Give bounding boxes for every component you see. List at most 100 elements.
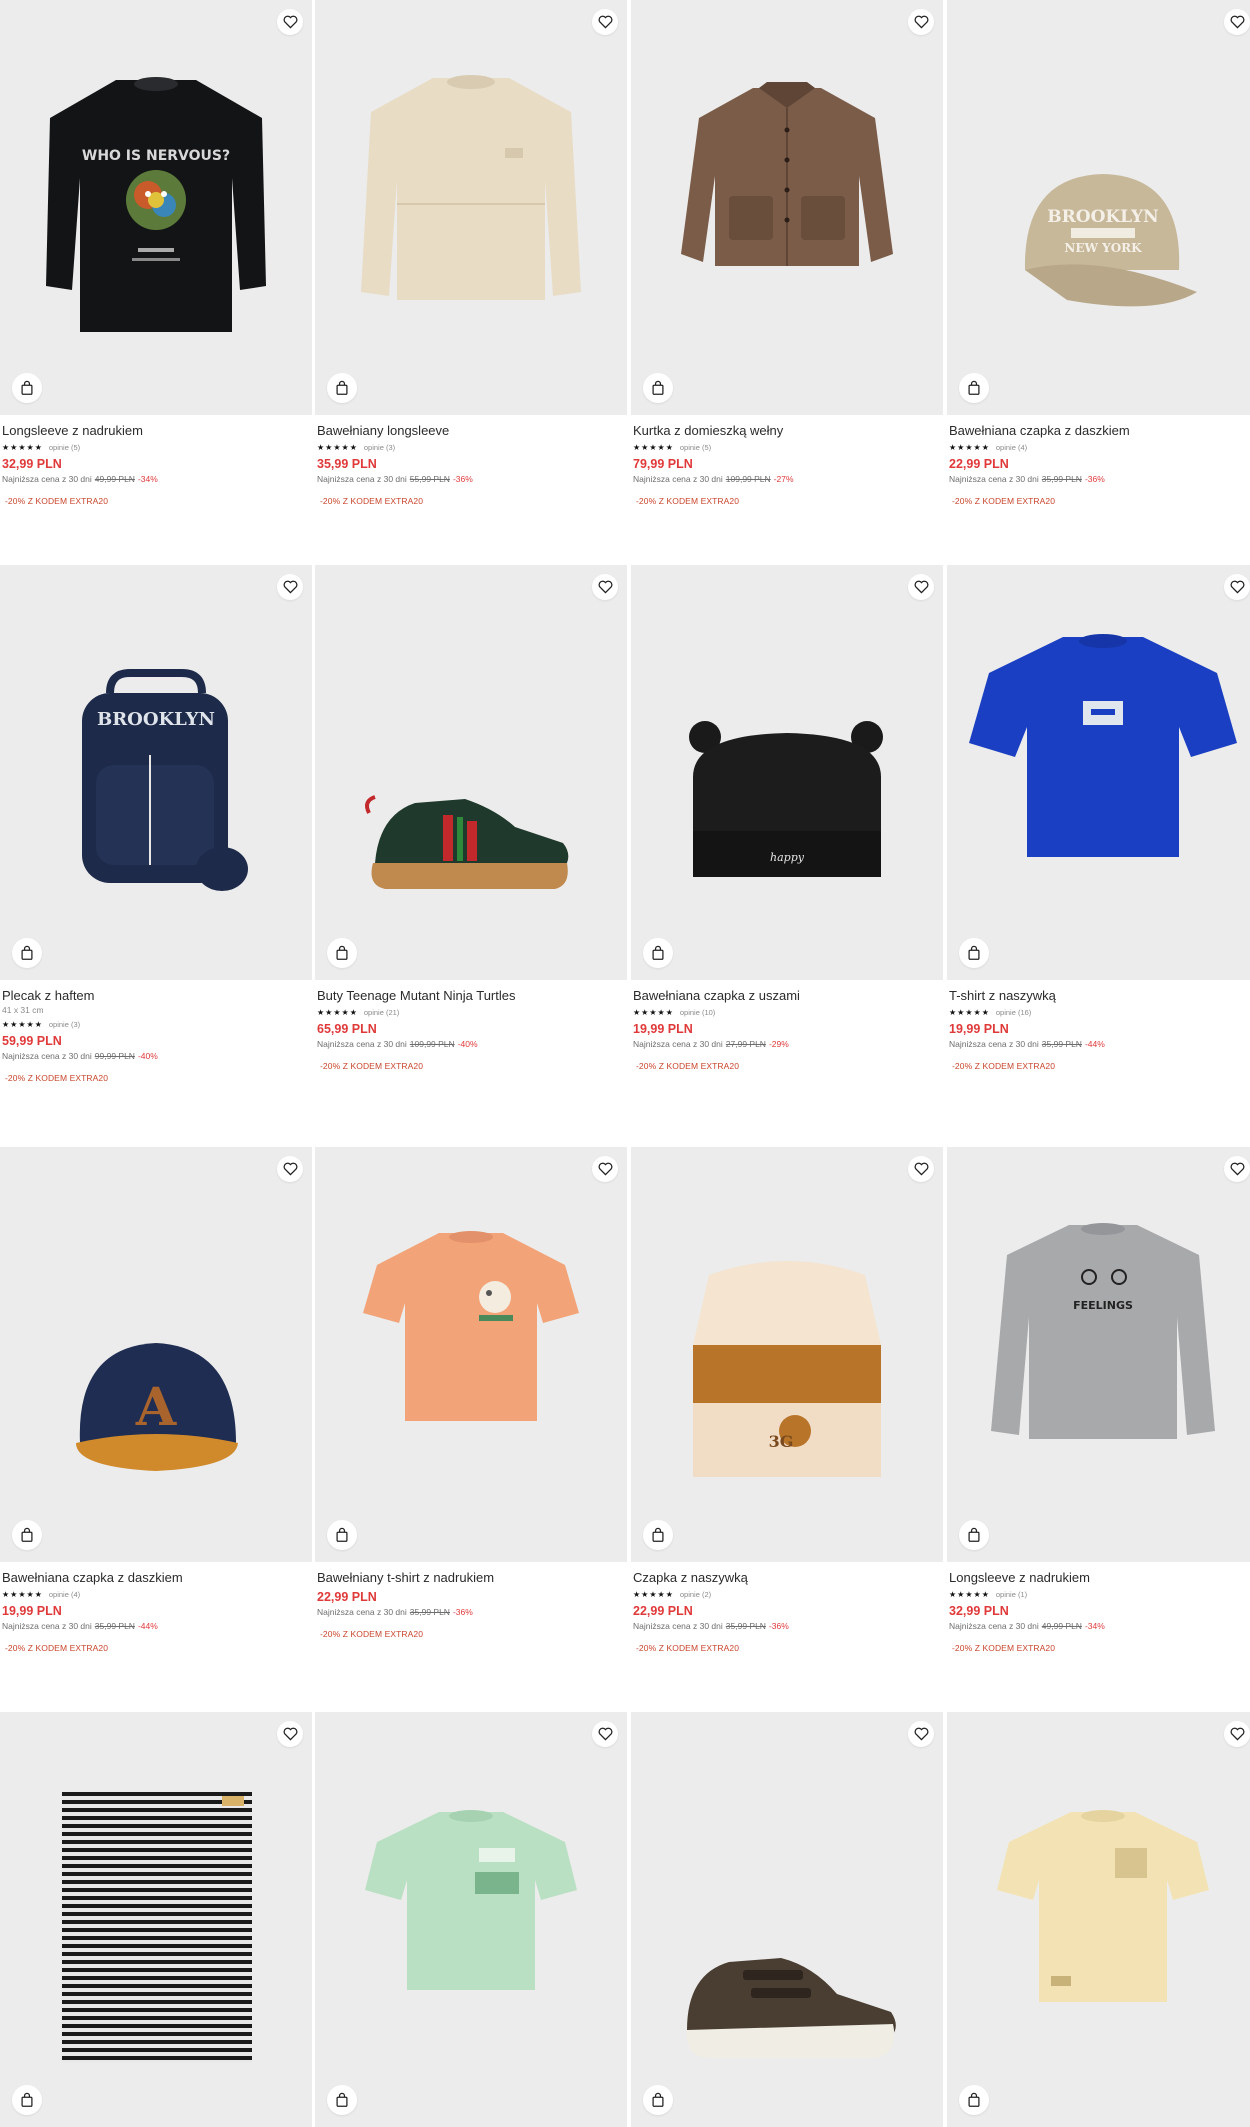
product-name[interactable]: Kurtka z domieszką wełny — [633, 423, 941, 439]
product-image[interactable] — [631, 0, 943, 415]
add-to-cart-button[interactable] — [959, 373, 989, 403]
product-card[interactable]: Bawełniany t-shirt z nadrukiem 22,99 PLN… — [315, 1147, 627, 1640]
shopping-bag-icon — [652, 380, 664, 395]
favorite-button[interactable] — [592, 1156, 618, 1182]
add-to-cart-button[interactable] — [959, 938, 989, 968]
favorite-button[interactable] — [1224, 1721, 1250, 1747]
product-name[interactable]: Plecak z haftem — [2, 988, 310, 1004]
favorite-button[interactable] — [908, 1156, 934, 1182]
lowest-price-label: Najniższa cena z 30 dni — [317, 474, 407, 484]
product-info: Bawełniana czapka z uszami ★★★★★ opinie (… — [631, 980, 943, 1072]
product-image[interactable] — [947, 1712, 1250, 2127]
heart-icon — [283, 1727, 297, 1741]
product-image[interactable]: 3G — [631, 1147, 943, 1562]
favorite-button[interactable] — [277, 574, 303, 600]
promo-code: -20% Z KODEM EXTRA20 — [5, 496, 109, 506]
product-card[interactable] — [631, 1712, 943, 2127]
product-card[interactable]: BROOKLYN Plecak z haftem 41 x 31 cm ★★★★… — [0, 565, 312, 1084]
product-info: Bawełniany longsleeve ★★★★★ opinie (3) 35… — [315, 415, 627, 507]
product-info: Bawełniana czapka z daszkiem ★★★★★ opinie… — [947, 415, 1250, 507]
product-image[interactable]: A — [0, 1147, 312, 1562]
product-card[interactable]: WHO IS NERVOUS? Longsleeve z nadrukiem ★… — [0, 0, 312, 507]
product-name[interactable]: Longsleeve z nadrukiem — [949, 1570, 1250, 1586]
heart-icon — [1230, 1727, 1244, 1741]
add-to-cart-button[interactable] — [643, 373, 673, 403]
product-image[interactable] — [0, 1712, 312, 2127]
product-card[interactable]: FEELINGS Longsleeve z nadrukiem ★★★★★ opi… — [947, 1147, 1250, 1654]
product-name[interactable]: Bawełniana czapka z uszami — [633, 988, 941, 1004]
product-name[interactable]: Buty Teenage Mutant Ninja Turtles — [317, 988, 625, 1004]
favorite-button[interactable] — [1224, 1156, 1250, 1182]
product-image[interactable] — [315, 1712, 627, 2127]
add-to-cart-button[interactable] — [643, 1520, 673, 1550]
product-card[interactable]: Kurtka z domieszką wełny ★★★★★ opinie (5)… — [631, 0, 943, 507]
product-card[interactable]: Buty Teenage Mutant Ninja Turtles ★★★★★ o… — [315, 565, 627, 1072]
product-card[interactable] — [315, 1712, 627, 2127]
shopping-bag-icon — [652, 1527, 664, 1542]
print-text: NEW YORK — [1064, 241, 1142, 255]
product-price: 32,99 PLN — [2, 457, 62, 471]
product-name[interactable]: Bawełniany t-shirt z nadrukiem — [317, 1570, 625, 1586]
product-image[interactable] — [631, 1712, 943, 2127]
favorite-button[interactable] — [908, 1721, 934, 1747]
favorite-button[interactable] — [908, 574, 934, 600]
print-text: FEELINGS — [1073, 1299, 1133, 1312]
favorite-button[interactable] — [1224, 574, 1250, 600]
add-to-cart-button[interactable] — [327, 938, 357, 968]
favorite-button[interactable] — [277, 9, 303, 35]
promo-code: -20% Z KODEM EXTRA20 — [636, 496, 740, 506]
favorite-button[interactable] — [277, 1721, 303, 1747]
product-name[interactable]: Czapka z naszywką — [633, 1570, 941, 1586]
heart-icon — [283, 1162, 297, 1176]
favorite-button[interactable] — [277, 1156, 303, 1182]
product-card[interactable]: A Bawełniana czapka z daszkiem ★★★★★ opin… — [0, 1147, 312, 1654]
add-to-cart-button[interactable] — [643, 938, 673, 968]
lowest-price-label: Najniższa cena z 30 dni — [317, 1607, 407, 1617]
product-card[interactable]: T-shirt z naszywką ★★★★★ opinie (16) 19,9… — [947, 565, 1250, 1072]
print-text: 3G — [769, 1432, 794, 1451]
product-name[interactable]: T-shirt z naszywką — [949, 988, 1250, 1004]
heart-icon — [914, 1727, 928, 1741]
product-photo — [681, 82, 893, 266]
product-image[interactable]: WHO IS NERVOUS? — [0, 0, 312, 415]
discount-percent: -36% — [1084, 474, 1105, 484]
product-image[interactable]: FEELINGS — [947, 1147, 1250, 1562]
favorite-button[interactable] — [908, 9, 934, 35]
product-image[interactable] — [315, 0, 627, 415]
favorite-button[interactable] — [592, 9, 618, 35]
favorite-button[interactable] — [592, 574, 618, 600]
add-to-cart-button[interactable] — [12, 373, 42, 403]
product-card[interactable]: Bawełniany longsleeve ★★★★★ opinie (3) 35… — [315, 0, 627, 507]
product-name[interactable]: Bawełniany longsleeve — [317, 423, 625, 439]
product-card[interactable]: happy Bawełniana czapka z uszami ★★★★★ op… — [631, 565, 943, 1072]
product-name[interactable]: Bawełniana czapka z daszkiem — [2, 1570, 310, 1586]
product-image[interactable]: BROOKLYN — [0, 565, 312, 980]
add-to-cart-button[interactable] — [12, 1520, 42, 1550]
product-image[interactable]: BROOKLYN NEW YORK — [947, 0, 1250, 415]
add-to-cart-button[interactable] — [12, 938, 42, 968]
product-name[interactable]: Bawełniana czapka z daszkiem — [949, 423, 1250, 439]
heart-icon — [598, 1162, 612, 1176]
product-image[interactable] — [315, 1147, 627, 1562]
discount-percent: -27% — [773, 474, 794, 484]
lowest-price-label: Najniższa cena z 30 dni — [633, 474, 723, 484]
add-to-cart-button[interactable] — [327, 373, 357, 403]
product-card[interactable]: 3G Czapka z naszywką ★★★★★ opinie (2) 22,… — [631, 1147, 943, 1654]
product-image[interactable] — [315, 565, 627, 980]
review-count: opinie (1) — [995, 1590, 1028, 1599]
product-price: 19,99 PLN — [2, 1604, 62, 1618]
product-image[interactable]: happy — [631, 565, 943, 980]
discount-percent: -40% — [457, 1039, 478, 1049]
promo-code: -20% Z KODEM EXTRA20 — [952, 1643, 1056, 1653]
product-card[interactable] — [0, 1712, 312, 2127]
product-card[interactable] — [947, 1712, 1250, 2127]
add-to-cart-button[interactable] — [959, 1520, 989, 1550]
product-rating: ★★★★★ opinie (3) — [317, 442, 625, 453]
add-to-cart-button[interactable] — [327, 1520, 357, 1550]
product-image[interactable] — [947, 565, 1250, 980]
favorite-button[interactable] — [1224, 9, 1250, 35]
product-name[interactable]: Longsleeve z nadrukiem — [2, 423, 310, 439]
product-price: 22,99 PLN — [949, 457, 1009, 471]
favorite-button[interactable] — [592, 1721, 618, 1747]
product-card[interactable]: BROOKLYN NEW YORK Bawełniana czapka z da… — [947, 0, 1250, 507]
